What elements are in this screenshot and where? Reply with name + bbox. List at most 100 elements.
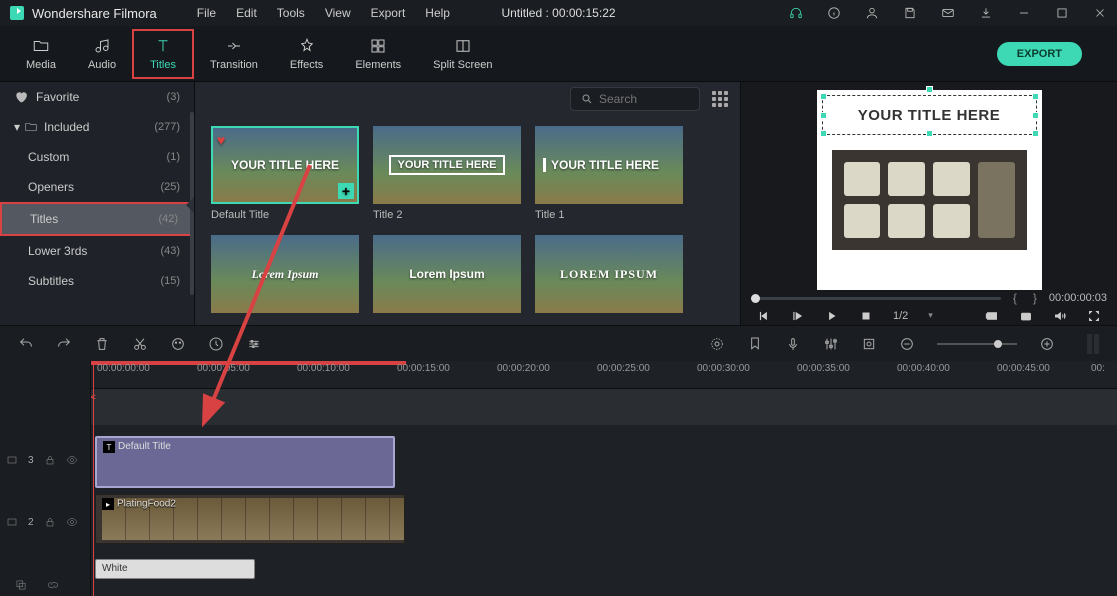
menu-export[interactable]: Export: [371, 6, 406, 20]
title-thumb-default[interactable]: ♥YOUR TITLE HERE+ Default Title: [211, 126, 359, 221]
sidebar-item-favorite[interactable]: Favorite (3): [0, 82, 194, 112]
title-thumb-r2-0[interactable]: Lorem Ipsum: [211, 235, 359, 313]
delete-icon[interactable]: [94, 336, 110, 352]
tab-media[interactable]: Media: [10, 31, 72, 77]
minimize-icon[interactable]: [1017, 6, 1031, 20]
zoom-slider[interactable]: [937, 343, 1017, 345]
track-header-2[interactable]: 2: [0, 491, 90, 553]
search-input[interactable]: [599, 92, 679, 106]
link-icon[interactable]: [46, 578, 60, 592]
menu-tools[interactable]: Tools: [277, 6, 305, 20]
zoom-in-icon[interactable]: [1039, 336, 1055, 352]
ratio-dropdown-icon[interactable]: ▾: [928, 310, 933, 321]
speed-icon[interactable]: [208, 336, 224, 352]
sidebar-item-titles[interactable]: Titles(42): [0, 202, 194, 236]
sidebar-collapse-caret[interactable]: [186, 197, 194, 213]
grey-track-row: [91, 389, 1117, 425]
render-icon[interactable]: [709, 336, 725, 352]
sidebar-item-included[interactable]: ▾ Included(277): [0, 112, 194, 142]
preview-canvas[interactable]: YOUR TITLE HERE: [817, 90, 1042, 290]
volume-icon[interactable]: [1053, 309, 1067, 323]
add-icon[interactable]: +: [338, 183, 354, 199]
preview-content: [832, 150, 1027, 250]
mark-in-icon[interactable]: {: [1009, 291, 1021, 305]
info-icon[interactable]: [827, 6, 841, 20]
tab-split-screen[interactable]: Split Screen: [417, 31, 508, 77]
play-pause-icon[interactable]: [791, 309, 805, 323]
playhead[interactable]: ✂: [93, 361, 94, 596]
stop-icon[interactable]: [859, 309, 873, 323]
sidebar-item-subtitles[interactable]: Subtitles(15): [0, 266, 194, 296]
play-icon[interactable]: [825, 309, 839, 323]
track-header-3[interactable]: 3: [0, 429, 90, 491]
sidebar-label: Titles: [30, 212, 58, 226]
eye-icon[interactable]: [66, 454, 78, 466]
marker-icon[interactable]: [747, 336, 763, 352]
sidebar-label: Favorite: [36, 90, 79, 104]
title-thumb-r2-2[interactable]: LOREM IPSUM: [535, 235, 683, 313]
scissors-icon: ✂: [91, 389, 97, 406]
voiceover-icon[interactable]: [785, 336, 801, 352]
timeline-toolbar: [0, 325, 1117, 361]
color-icon[interactable]: [170, 336, 186, 352]
titlebar: Wondershare Filmora File Edit Tools View…: [0, 0, 1117, 26]
eye-icon[interactable]: [66, 516, 78, 528]
menu-view[interactable]: View: [325, 6, 351, 20]
save-icon[interactable]: [903, 6, 917, 20]
title-thumb-1[interactable]: YOUR TITLE HERE Title 1: [535, 126, 683, 221]
mark-out-icon[interactable]: }: [1029, 291, 1041, 305]
clip-video[interactable]: ▸PlatingFood2: [95, 494, 405, 544]
menu-file[interactable]: File: [197, 6, 216, 20]
export-button[interactable]: EXPORT: [997, 42, 1082, 66]
sidebar-count: (3): [167, 91, 180, 103]
redo-icon[interactable]: [56, 336, 72, 352]
tab-effects[interactable]: Effects: [274, 31, 339, 77]
sidebar-item-openers[interactable]: Openers(25): [0, 172, 194, 202]
view-grid-icon[interactable]: [712, 91, 728, 107]
preview-title-overlay[interactable]: YOUR TITLE HERE: [822, 95, 1037, 135]
mixer-icon[interactable]: [823, 336, 839, 352]
sidebar-count: (25): [160, 181, 180, 193]
progress-slider[interactable]: [751, 297, 1001, 300]
fullscreen-icon[interactable]: [1087, 309, 1101, 323]
title-thumb-r2-1[interactable]: Lorem Ipsum: [373, 235, 521, 313]
duplicate-icon[interactable]: [14, 578, 28, 592]
menu-help[interactable]: Help: [425, 6, 450, 20]
zoom-out-icon[interactable]: [899, 336, 915, 352]
lock-icon[interactable]: [44, 454, 56, 466]
clip-title[interactable]: TDefault Title: [95, 436, 395, 488]
title-browser: ♥YOUR TITLE HERE+ Default Title YOUR TIT…: [195, 82, 740, 325]
quality-icon[interactable]: [985, 309, 999, 323]
sidebar-item-custom[interactable]: Custom(1): [0, 142, 194, 172]
lock-icon[interactable]: [44, 516, 56, 528]
snapshot-icon[interactable]: [1019, 309, 1033, 323]
tab-elements[interactable]: Elements: [339, 31, 417, 77]
zoom-ratio[interactable]: 1/2: [893, 310, 908, 322]
sidebar-count: (277): [154, 121, 180, 133]
adjust-icon[interactable]: [246, 336, 262, 352]
download-icon[interactable]: [979, 6, 993, 20]
track-area[interactable]: 00:00:00:00 00:00:05:00 00:00:10:00 00:0…: [91, 361, 1117, 596]
search-box[interactable]: [570, 87, 700, 111]
timeline-extras: [0, 574, 74, 596]
ruler[interactable]: 00:00:00:00 00:00:05:00 00:00:10:00 00:0…: [91, 361, 1117, 389]
favorite-icon[interactable]: ♥: [217, 132, 225, 148]
preview-progress: { } 00:00:00:03: [751, 290, 1107, 307]
cut-icon[interactable]: [132, 336, 148, 352]
prev-frame-icon[interactable]: [757, 309, 771, 323]
menu-edit[interactable]: Edit: [236, 6, 257, 20]
tab-transition[interactable]: Transition: [194, 31, 274, 77]
maximize-icon[interactable]: [1055, 6, 1069, 20]
clip-white[interactable]: White: [95, 559, 255, 579]
mail-icon[interactable]: [941, 6, 955, 20]
user-icon[interactable]: [865, 6, 879, 20]
sidebar-item-lower3rds[interactable]: Lower 3rds(43): [0, 236, 194, 266]
title-thumb-2[interactable]: YOUR TITLE HERE Title 2: [373, 126, 521, 221]
tabbar: Media Audio Titles Transition Effects El…: [0, 26, 1117, 82]
tab-audio[interactable]: Audio: [72, 31, 132, 77]
tab-titles[interactable]: Titles: [132, 29, 194, 79]
crop-icon[interactable]: [861, 336, 877, 352]
undo-icon[interactable]: [18, 336, 34, 352]
headset-icon[interactable]: [789, 6, 803, 20]
close-icon[interactable]: [1093, 6, 1107, 20]
